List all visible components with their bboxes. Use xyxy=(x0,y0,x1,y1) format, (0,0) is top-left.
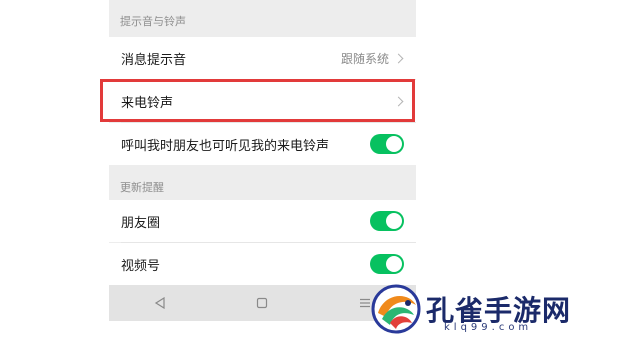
section-header-updates: 更新提醒 xyxy=(120,181,164,194)
section-header-sound: 提示音与铃声 xyxy=(120,15,186,28)
home-icon[interactable] xyxy=(242,291,282,315)
channels-row: 视频号 xyxy=(109,243,416,285)
friends-hear-ringtone-row: 呼叫我时朋友也可听见我的来电铃声 xyxy=(109,123,416,165)
moments-toggle[interactable] xyxy=(370,211,404,231)
chevron-right-icon xyxy=(393,53,404,63)
message-sound-row[interactable]: 消息提示音 跟随系统 xyxy=(109,37,416,79)
channels-toggle[interactable] xyxy=(370,254,404,274)
message-sound-label: 消息提示音 xyxy=(121,52,187,68)
moments-row: 朋友圈 xyxy=(109,200,416,242)
channels-label: 视频号 xyxy=(121,258,161,274)
peacock-logo-icon xyxy=(371,284,421,334)
site-watermark: 孔雀手游网 klq99.com xyxy=(368,283,613,335)
friends-hear-ringtone-toggle[interactable] xyxy=(370,134,404,154)
settings-screen: 提示音与铃声 消息提示音 跟随系统 来电铃声 呼叫我时朋友也可听见我的来电铃声 … xyxy=(109,0,416,321)
friends-hear-ringtone-label: 呼叫我时朋友也可听见我的来电铃声 xyxy=(121,138,330,154)
ringtone-highlight-box xyxy=(100,79,415,122)
watermark-url: klq99.com xyxy=(444,322,533,333)
back-icon[interactable] xyxy=(140,291,180,315)
moments-label: 朋友圈 xyxy=(121,215,161,231)
message-sound-value: 跟随系统 xyxy=(340,51,389,66)
